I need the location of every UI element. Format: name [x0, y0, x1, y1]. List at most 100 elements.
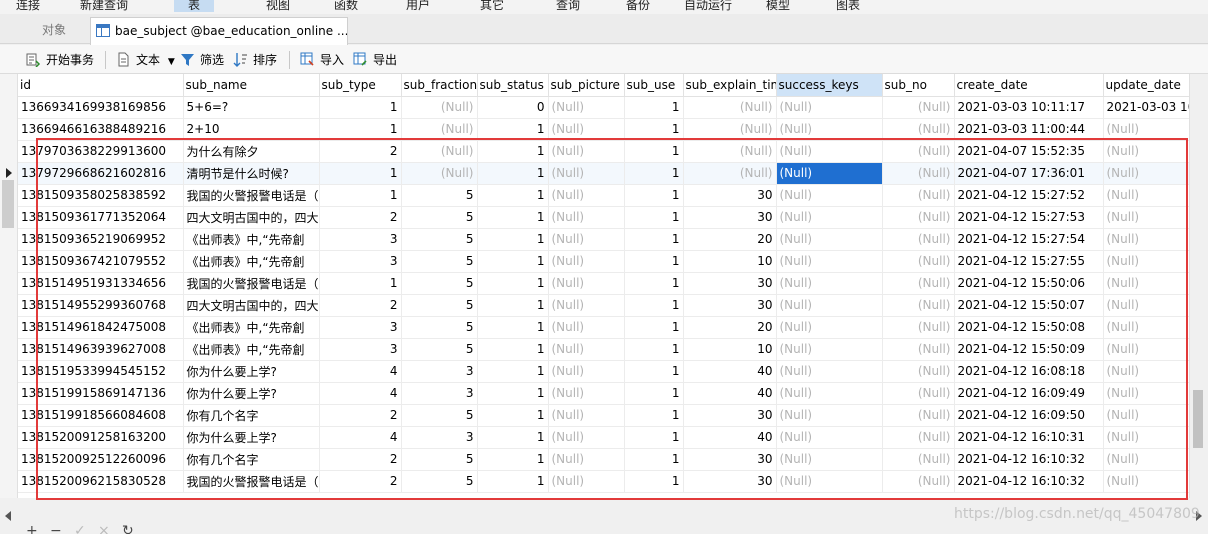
cell-update-date[interactable]: (Null)	[1103, 162, 1189, 185]
cell-sub-picture[interactable]: (Null)	[548, 294, 625, 317]
cell-update-date[interactable]: (Null)	[1103, 118, 1189, 141]
cell-sub-status[interactable]: 1	[477, 206, 549, 229]
cell-sub-no[interactable]: (Null)	[882, 272, 955, 295]
cell-success-keys[interactable]: (Null)	[776, 118, 883, 141]
cell-create-date[interactable]: 2021-04-12 16:10:32	[954, 470, 1104, 493]
cell-sub-use[interactable]: 1	[624, 272, 684, 295]
cell-sub-picture[interactable]: (Null)	[548, 382, 625, 405]
cell-sub-name[interactable]: 你为什么要上学?	[183, 382, 320, 405]
column-header-sub-use[interactable]: sub_use	[624, 74, 684, 97]
cell-sub-type[interactable]: 4	[319, 382, 402, 405]
cell-sub-fraction[interactable]: 5	[401, 404, 478, 427]
menu-new-query[interactable]: 新建查询	[80, 0, 128, 13]
column-header-sub-name[interactable]: sub_name	[183, 74, 320, 97]
cell-update-date[interactable]: (Null)	[1103, 272, 1189, 295]
cell-sub-explain-time[interactable]: 30	[683, 404, 777, 427]
cell-sub-no[interactable]: (Null)	[882, 338, 955, 361]
table-row[interactable]: 1366934169938169856 5+6=? 1 (Null) 0 (Null) 1(…	[18, 96, 1189, 119]
cell-sub-explain-time[interactable]: (Null)	[683, 140, 777, 163]
cell-sub-use[interactable]: 1	[624, 250, 684, 273]
cell-sub-no[interactable]: (Null)	[882, 426, 955, 449]
cell-sub-name[interactable]: 《出师表》中,“先帝創	[183, 250, 320, 273]
cell-sub-picture[interactable]: (Null)	[548, 250, 625, 273]
menu-chart[interactable]: 图表	[836, 0, 860, 13]
cell-sub-status[interactable]: 1	[477, 360, 549, 383]
cell-sub-picture[interactable]: (Null)	[548, 338, 625, 361]
cell-sub-name[interactable]: 四大文明古国中的，四大	[183, 294, 320, 317]
cell-sub-type[interactable]: 4	[319, 426, 402, 449]
cell-sub-no[interactable]: (Null)	[882, 360, 955, 383]
table-row[interactable]: 1366946616388489216 2+10 1 (Null) 1 (Null) 1 (N…	[18, 118, 1189, 141]
cell-success-keys[interactable]: (Null)	[776, 360, 883, 383]
add-record-icon[interactable]: +	[26, 524, 38, 534]
cell-sub-use[interactable]: 1	[624, 316, 684, 339]
cell-success-keys[interactable]: (Null)	[776, 404, 883, 427]
cell-sub-status[interactable]: 1	[477, 382, 549, 405]
menu-query[interactable]: 查询	[556, 0, 580, 13]
cell-sub-use[interactable]: 1	[624, 338, 684, 361]
cell-success-keys[interactable]: (Null)	[776, 206, 883, 229]
cell-id[interactable]: 1381514961842475008	[18, 316, 184, 339]
cell-sub-use[interactable]: 1	[624, 360, 684, 383]
cell-sub-no[interactable]: (Null)	[882, 206, 955, 229]
tab-objects[interactable]: 对象	[18, 17, 90, 44]
cell-update-date[interactable]: (Null)	[1103, 470, 1189, 493]
cell-id[interactable]: 1381514951931334656	[18, 272, 184, 295]
cell-sub-name[interactable]: 《出师表》中,“先帝創	[183, 338, 320, 361]
cell-sub-name[interactable]: 你为什么要上学?	[183, 426, 320, 449]
cell-success-keys[interactable]: (Null)	[776, 294, 883, 317]
cell-sub-name[interactable]: 清明节是什么时候?	[183, 162, 320, 185]
cell-create-date[interactable]: 2021-04-12 15:50:09	[954, 338, 1104, 361]
cell-sub-fraction[interactable]: 5	[401, 316, 478, 339]
cell-sub-picture[interactable]: (Null)	[548, 426, 625, 449]
cell-sub-type[interactable]: 2	[319, 206, 402, 229]
cell-sub-name[interactable]: 5+6=?	[183, 96, 320, 119]
cell-sub-explain-time[interactable]: (Null)	[683, 162, 777, 185]
cell-sub-fraction[interactable]: 5	[401, 206, 478, 229]
cell-create-date[interactable]: 2021-04-12 16:10:31	[954, 426, 1104, 449]
cell-sub-status[interactable]: 1	[477, 162, 549, 185]
cell-success-keys[interactable]: (Null)	[776, 162, 883, 185]
cell-success-keys[interactable]: (Null)	[776, 448, 883, 471]
cell-sub-explain-time[interactable]: 10	[683, 338, 777, 361]
discard-changes-icon[interactable]: ×	[98, 524, 110, 534]
cell-update-date[interactable]: (Null)	[1103, 294, 1189, 317]
cell-sub-explain-time[interactable]: 30	[683, 470, 777, 493]
cell-update-date[interactable]: (Null)	[1103, 360, 1189, 383]
cell-sub-status[interactable]: 1	[477, 294, 549, 317]
cell-sub-status[interactable]: 1	[477, 184, 549, 207]
cell-create-date[interactable]: 2021-04-07 15:52:35	[954, 140, 1104, 163]
cell-sub-fraction[interactable]: (Null)	[401, 162, 478, 185]
cell-update-date[interactable]: (Null)	[1103, 404, 1189, 427]
tab-table-editor[interactable]: bae_subject @bae_education_online ...	[90, 17, 348, 45]
cell-sub-name[interactable]: 我国的火警报警电话是（	[183, 272, 320, 295]
cell-sub-picture[interactable]: (Null)	[548, 316, 625, 339]
cell-sub-status[interactable]: 1	[477, 140, 549, 163]
cell-sub-use[interactable]: 1	[624, 426, 684, 449]
cell-sub-status[interactable]: 1	[477, 338, 549, 361]
cell-success-keys[interactable]: (Null)	[776, 426, 883, 449]
cell-success-keys[interactable]: (Null)	[776, 140, 883, 163]
panel-splitter-handle[interactable]	[2, 180, 14, 228]
cell-update-date[interactable]: (Null)	[1103, 426, 1189, 449]
filter-button[interactable]: 筛选	[180, 51, 224, 69]
cell-sub-use[interactable]: 1	[624, 118, 684, 141]
cell-sub-status[interactable]: 1	[477, 404, 549, 427]
table-row[interactable]: 1381509358025838592 我国的火警报警电话是（ 1 5 1 (Null) 1…	[18, 184, 1189, 207]
menu-view[interactable]: 视图	[266, 0, 290, 13]
cell-sub-status[interactable]: 1	[477, 316, 549, 339]
cell-create-date[interactable]: 2021-04-12 16:08:18	[954, 360, 1104, 383]
export-button[interactable]: 导出	[353, 51, 397, 69]
cell-sub-status[interactable]: 1	[477, 250, 549, 273]
table-row[interactable]: 1381509367421079552 《出师表》中,“先帝創 3 5 1 (Null) 1…	[18, 250, 1189, 273]
cell-update-date[interactable]: (Null)	[1103, 448, 1189, 471]
cell-sub-type[interactable]: 3	[319, 228, 402, 251]
cell-sub-no[interactable]: (Null)	[882, 140, 955, 163]
cell-sub-type[interactable]: 1	[319, 272, 402, 295]
cell-sub-no[interactable]: (Null)	[882, 404, 955, 427]
cell-sub-use[interactable]: 1	[624, 382, 684, 405]
table-row[interactable]: 1381519533994545152 你为什么要上学? 4 3 1 (Null) 1 40(…	[18, 360, 1189, 383]
cell-success-keys[interactable]: (Null)	[776, 470, 883, 493]
column-header-create-date[interactable]: create_date	[954, 74, 1104, 97]
cell-sub-status[interactable]: 1	[477, 272, 549, 295]
